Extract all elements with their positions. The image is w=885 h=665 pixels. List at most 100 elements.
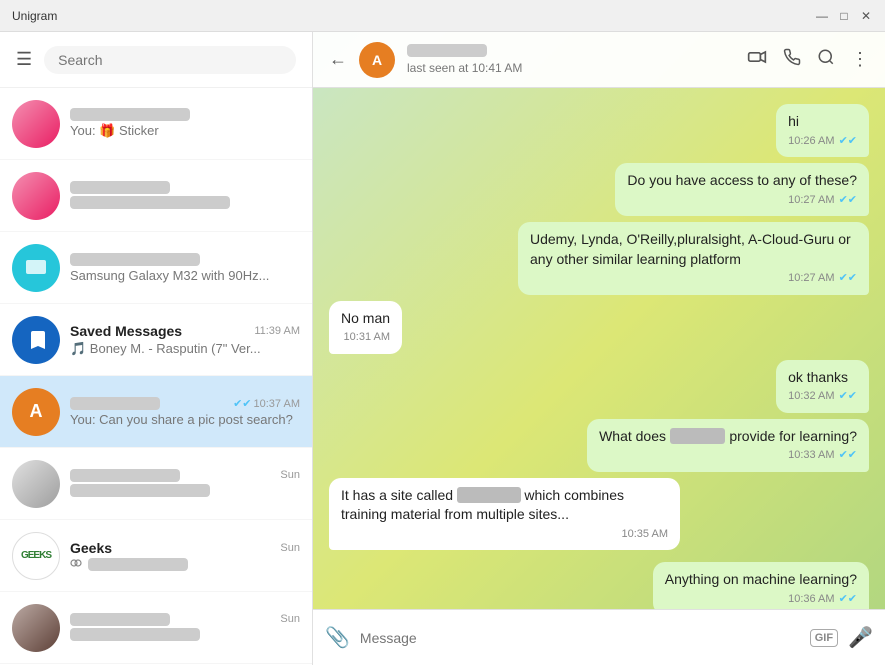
message-bubble: What does provide for learning? 10:33 AM… — [587, 419, 869, 472]
sidebar-header: ☰ — [0, 32, 312, 88]
read-receipt: ✔✔ — [839, 271, 857, 286]
chat-info: Samsung Galaxy M32 with 90Hz... — [70, 253, 300, 283]
message-text: hi — [788, 112, 857, 132]
chat-name: Saved Messages — [70, 323, 182, 339]
chat-preview: You: 🎁 Sticker — [70, 123, 300, 139]
message-time: 10:36 AM — [788, 592, 834, 607]
chat-name — [70, 469, 180, 482]
sidebar: ☰ You: 🎁 Sticker — [0, 32, 313, 665]
minimize-button[interactable]: — — [815, 9, 829, 23]
message-text: What does provide for learning? — [599, 427, 857, 447]
titlebar: Unigram — □ ✕ — [0, 0, 885, 32]
message-meta: 10:27 AM ✔✔ — [627, 193, 857, 208]
read-receipt: ✔✔ — [839, 592, 857, 607]
chat-info — [70, 181, 300, 211]
window-controls: — □ ✕ — [815, 9, 873, 23]
search-icon[interactable] — [817, 48, 835, 71]
message-time: 10:27 AM — [788, 193, 834, 208]
chat-preview — [70, 484, 300, 499]
message-bubble: ok thanks 10:32 AM ✔✔ — [776, 360, 869, 413]
avatar — [12, 244, 60, 292]
list-item[interactable]: A ✔✔10:37 AM You: Can you share a pic po… — [0, 376, 312, 448]
message-bubble: Anything on machine learning? 10:36 AM ✔… — [653, 562, 869, 609]
chat-time: ✔✔10:37 AM — [233, 397, 300, 410]
list-item[interactable] — [0, 160, 312, 232]
message-bubble: Udemy, Lynda, O'Reilly,pluralsight, A-Cl… — [518, 222, 869, 295]
message-text: Do you have access to any of these? — [627, 171, 857, 191]
gif-button[interactable]: GIF — [810, 629, 838, 647]
list-item[interactable]: Sun — [0, 592, 312, 664]
message-time: 10:27 AM — [788, 271, 834, 286]
chat-info: Sun — [70, 469, 300, 499]
list-item[interactable]: Samsung Galaxy M32 with 90Hz... — [0, 232, 312, 304]
messages-area: hi 10:26 AM ✔✔ Do you have access to any… — [313, 88, 885, 609]
chat-area: ← A last seen at 10:41 AM ⋮ — [313, 32, 885, 665]
chat-time: Sun — [280, 613, 300, 625]
message-text: It has a site called which combines trai… — [341, 486, 668, 525]
avatar — [12, 100, 60, 148]
message-bubble: hi 10:26 AM ✔✔ — [776, 104, 869, 157]
message-bubble: It has a site called which combines trai… — [329, 478, 680, 551]
more-options-icon[interactable]: ⋮ — [851, 49, 869, 70]
back-button[interactable]: ← — [329, 49, 347, 70]
list-item[interactable]: Sun — [0, 448, 312, 520]
list-item[interactable]: GEEKS Geeks Sun — [0, 520, 312, 592]
message-input[interactable] — [360, 630, 800, 646]
message-meta: 10:33 AM ✔✔ — [599, 448, 857, 463]
chat-name — [70, 108, 190, 121]
read-receipt: ✔✔ — [839, 448, 857, 463]
list-item[interactable]: You: 🎁 Sticker — [0, 88, 312, 160]
chat-header-info: last seen at 10:41 AM — [407, 44, 735, 75]
avatar — [12, 316, 60, 364]
chat-name — [70, 397, 160, 410]
app-title: Unigram — [12, 9, 57, 23]
chat-header: ← A last seen at 10:41 AM ⋮ — [313, 32, 885, 88]
chat-name: Geeks — [70, 540, 112, 556]
message-text: ok thanks — [788, 368, 857, 388]
message-text: No man — [341, 309, 390, 329]
microphone-icon[interactable]: 🎤 — [848, 625, 873, 650]
chat-preview: Samsung Galaxy M32 with 90Hz... — [70, 268, 300, 283]
message-input-area: 📎 GIF 🎤 — [313, 609, 885, 665]
message-meta: 10:32 AM ✔✔ — [788, 389, 857, 404]
chat-time: Sun — [280, 469, 300, 481]
message-time: 10:32 AM — [788, 389, 834, 404]
chat-info: You: 🎁 Sticker — [70, 108, 300, 139]
chat-list: You: 🎁 Sticker — [0, 88, 312, 665]
avatar — [12, 172, 60, 220]
chat-name — [70, 253, 200, 266]
close-button[interactable]: ✕ — [859, 9, 873, 23]
message-text: Anything on machine learning? — [665, 570, 857, 590]
message-meta: 10:31 AM — [341, 330, 390, 345]
chat-status: last seen at 10:41 AM — [407, 61, 735, 75]
message-time: 10:31 AM — [344, 330, 390, 345]
chat-info: Saved Messages 11:39 AM 🎵 Boney M. - Ras… — [70, 323, 300, 357]
chat-avatar: A — [359, 42, 395, 78]
header-actions: ⋮ — [747, 47, 869, 72]
message-text: Udemy, Lynda, O'Reilly,pluralsight, A-Cl… — [530, 230, 857, 269]
message-time: 10:35 AM — [622, 527, 668, 542]
chat-info: Geeks Sun — [70, 540, 300, 571]
chat-preview: 🎵 Boney M. - Rasputin (7" Ver... — [70, 341, 300, 357]
chat-preview — [70, 628, 300, 643]
chat-name — [70, 181, 170, 194]
chat-time: Sun — [280, 542, 300, 554]
message-meta: 10:27 AM ✔✔ — [530, 271, 857, 286]
chat-preview: You: Can you share a pic post search? — [70, 412, 300, 427]
video-call-icon[interactable] — [747, 47, 767, 72]
message-time: 10:33 AM — [788, 448, 834, 463]
message-bubble: No man 10:31 AM — [329, 301, 402, 354]
chat-preview — [70, 558, 300, 571]
chat-name — [70, 613, 170, 626]
chat-info: ✔✔10:37 AM You: Can you share a pic post… — [70, 397, 300, 427]
phone-icon[interactable] — [783, 48, 801, 71]
message-bubble: Do you have access to any of these? 10:2… — [615, 163, 869, 216]
app-body: ☰ You: 🎁 Sticker — [0, 32, 885, 665]
message-time: 10:26 AM — [788, 134, 834, 149]
search-input[interactable] — [44, 46, 296, 74]
menu-icon[interactable]: ☰ — [16, 49, 32, 70]
attach-icon[interactable]: 📎 — [325, 625, 350, 650]
list-item[interactable]: Saved Messages 11:39 AM 🎵 Boney M. - Ras… — [0, 304, 312, 376]
message-meta: 10:35 AM — [341, 527, 668, 542]
maximize-button[interactable]: □ — [837, 9, 851, 23]
